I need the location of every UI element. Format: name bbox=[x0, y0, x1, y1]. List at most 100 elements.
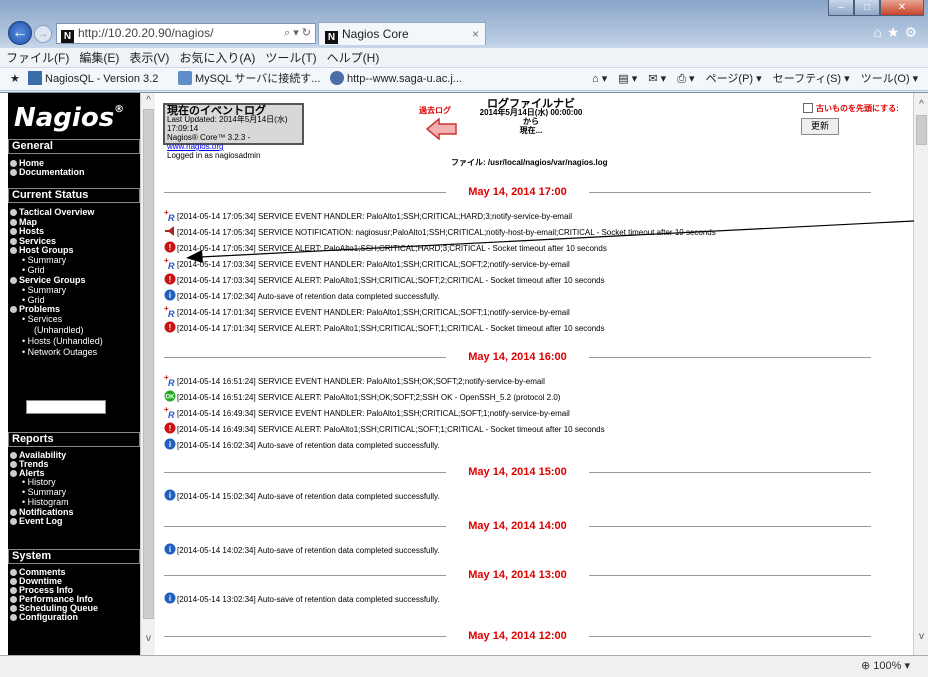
sidebar-sub-unhandled[interactable]: (Unhandled) bbox=[34, 325, 84, 335]
bullet-icon bbox=[10, 218, 17, 226]
address-row: ← → Nhttp://10.20.20.90/nagios/ ⌕ ▾ ↻ N Na… bbox=[0, 18, 928, 48]
page-menu[interactable]: ページ(P) ▾ bbox=[706, 73, 762, 85]
sidebar-sub-summary[interactable]: • Summary bbox=[22, 255, 66, 265]
sidebar-item-host-groups[interactable]: Host Groups bbox=[10, 245, 74, 255]
log-entry: i [2014-05-14 16:02:34] Auto-save of rete… bbox=[164, 438, 440, 452]
page-scrollbar[interactable]: ^ v bbox=[913, 93, 928, 656]
sidebar-sub-summary[interactable]: • Summary bbox=[22, 285, 66, 295]
sidebar-item-documentation[interactable]: Documentation bbox=[10, 167, 85, 177]
address-bar[interactable]: Nhttp://10.20.20.90/nagios/ ⌕ ▾ ↻ bbox=[56, 23, 316, 44]
back-icon[interactable]: ← bbox=[8, 21, 32, 45]
svg-text:R: R bbox=[168, 410, 175, 418]
nagios-link[interactable]: www.nagios.org bbox=[167, 142, 223, 151]
sidebar-sub-summary[interactable]: • Summary bbox=[22, 487, 66, 497]
checkbox-icon[interactable] bbox=[803, 103, 813, 113]
safety-menu[interactable]: セーフティ(S) ▾ bbox=[773, 73, 850, 85]
nagios-logo: Nagios® bbox=[14, 103, 125, 133]
sidebar-item-configuration[interactable]: Configuration bbox=[10, 612, 78, 622]
log-entry: + R [2014-05-14 16:49:34] SERVICE EVENT HA… bbox=[164, 405, 570, 420]
menu-bar: ファイル(F) 編集(E) 表示(V) お気に入り(A) ツール(T) ヘルプ(H) bbox=[0, 48, 928, 68]
menu-item[interactable]: 表示(V) bbox=[129, 51, 169, 65]
log-entry-text: [2014-05-14 17:02:34] Auto-save of reten… bbox=[177, 292, 440, 301]
nagios-favicon-icon: N bbox=[61, 30, 74, 43]
close-button[interactable]: ✕ bbox=[880, 0, 924, 16]
feeds-icon[interactable]: ▤ ▾ bbox=[618, 73, 637, 85]
info-icon: i bbox=[164, 543, 176, 555]
maximize-button[interactable]: □ bbox=[854, 0, 880, 16]
favorite-saga[interactable]: http--www.saga-u.ac.j... bbox=[330, 68, 462, 91]
event-handler-icon: + R bbox=[164, 208, 176, 223]
favorite-nagiosql[interactable]: NagiosQL - Version 3.2 bbox=[28, 68, 158, 91]
svg-text:R: R bbox=[168, 378, 175, 386]
hour-header: May 14, 2014 15:00 bbox=[164, 466, 871, 478]
nagios-favicon-icon: N bbox=[325, 31, 338, 44]
menu-item[interactable]: ツール(T) bbox=[265, 51, 316, 65]
zoom-control[interactable]: ⊕ 100% ▾ bbox=[861, 656, 910, 677]
page-icon bbox=[178, 71, 192, 85]
hour-header-text: May 14, 2014 15:00 bbox=[468, 466, 567, 478]
svg-text:R: R bbox=[168, 213, 175, 221]
log-entry-text: [2014-05-14 16:49:34] SERVICE EVENT HAND… bbox=[177, 409, 570, 418]
hour-header-text: May 14, 2014 16:00 bbox=[468, 351, 567, 363]
menu-item[interactable]: 編集(E) bbox=[79, 51, 119, 65]
log-entry: [2014-05-14 17:05:34] SERVICE NOTIFICATI… bbox=[164, 225, 716, 239]
search-refresh-icon[interactable]: ⌕ ▾ ↻ bbox=[284, 24, 311, 43]
log-entry-text: [2014-05-14 15:02:34] Auto-save of reten… bbox=[177, 492, 440, 501]
sidebar-sub-history[interactable]: • History bbox=[22, 477, 56, 487]
log-entry-text: [2014-05-14 17:01:34] SERVICE ALERT: Pal… bbox=[177, 324, 605, 333]
log-entry-text: [2014-05-14 17:03:34] SERVICE EVENT HAND… bbox=[177, 260, 570, 269]
past-log-arrow-icon[interactable] bbox=[426, 118, 458, 140]
globe-icon bbox=[330, 71, 344, 85]
browser-window: – □ ✕ ← → Nhttp://10.20.20.90/nagios/ ⌕ ▾… bbox=[0, 0, 928, 677]
sidebar-sub-services[interactable]: • Services bbox=[22, 314, 62, 324]
sidebar-item-tactical-overview[interactable]: Tactical Overview bbox=[10, 207, 94, 217]
menu-item[interactable]: ヘルプ(H) bbox=[327, 51, 380, 65]
tab-nagios[interactable]: N Nagios Core × bbox=[318, 22, 486, 45]
log-entry-text: [2014-05-14 17:05:34] SERVICE ALERT: Pal… bbox=[177, 244, 607, 253]
bullet-icon bbox=[10, 276, 17, 284]
sidebar-item-event-log[interactable]: Event Log bbox=[10, 516, 63, 526]
section-reports: Reports bbox=[8, 432, 140, 447]
critical-icon: ! bbox=[164, 273, 176, 285]
sidebar-item-map[interactable]: Map bbox=[10, 217, 37, 227]
favorite-mysql[interactable]: MySQL サーバに接続す... bbox=[178, 68, 320, 91]
sidebar-item-problems[interactable]: Problems bbox=[10, 304, 60, 314]
hour-header: May 14, 2014 17:00 bbox=[164, 186, 871, 198]
sidebar-sub-grid[interactable]: • Grid bbox=[22, 265, 45, 275]
tab-close-icon[interactable]: × bbox=[472, 23, 479, 45]
sidebar-sub-histogram[interactable]: • Histogram bbox=[22, 497, 69, 507]
sidebar-sub-network-outages[interactable]: • Network Outages bbox=[22, 347, 97, 357]
home-icon[interactable]: ⌂ ▾ bbox=[592, 73, 607, 85]
sidebar-sub-hosts-unhandled[interactable]: • Hosts (Unhandled) bbox=[22, 336, 103, 346]
event-handler-icon: + R bbox=[164, 304, 176, 319]
sidebar-item-service-groups[interactable]: Service Groups bbox=[10, 275, 86, 285]
mail-icon[interactable]: ✉ ▾ bbox=[648, 73, 666, 85]
tools-menu[interactable]: ツール(O) ▾ bbox=[861, 73, 918, 85]
favorites-star-icon[interactable]: ★ bbox=[10, 68, 20, 91]
print-icon[interactable]: ⎙ ▾ bbox=[677, 73, 694, 85]
svg-text:OK: OK bbox=[166, 395, 176, 401]
svg-text:!: ! bbox=[169, 275, 172, 284]
bullet-icon bbox=[10, 452, 17, 459]
site-icon bbox=[28, 71, 42, 85]
menu-item[interactable]: ファイル(F) bbox=[6, 51, 69, 65]
log-entry-text: [2014-05-14 14:02:34] Auto-save of reten… bbox=[177, 546, 440, 555]
forward-icon[interactable]: → bbox=[34, 25, 52, 43]
sidebar-item-services[interactable]: Services bbox=[10, 236, 56, 246]
hour-header-text: May 14, 2014 14:00 bbox=[468, 520, 567, 532]
sidebar-search-input[interactable] bbox=[26, 400, 106, 414]
update-button[interactable]: 更新 bbox=[801, 118, 839, 135]
svg-text:!: ! bbox=[169, 424, 172, 433]
info-icon: i bbox=[164, 438, 176, 450]
home-star-gear-icons[interactable]: ⌂★⚙ bbox=[873, 24, 922, 41]
menu-item[interactable]: お気に入り(A) bbox=[179, 51, 255, 65]
log-entry: i [2014-05-14 13:02:34] Auto-save of rete… bbox=[164, 592, 440, 606]
older-first-checkbox[interactable]: 古いものを先頭にする: bbox=[803, 103, 899, 114]
log-entry: + R [2014-05-14 17:05:34] SERVICE EVENT HA… bbox=[164, 208, 572, 223]
minimize-button[interactable]: – bbox=[828, 0, 854, 16]
svg-text:!: ! bbox=[169, 243, 172, 252]
sidebar-scrollbar[interactable]: ^ v bbox=[140, 93, 155, 656]
bullet-icon bbox=[10, 587, 17, 594]
ok-icon: OK bbox=[164, 390, 176, 402]
sidebar-item-hosts[interactable]: Hosts bbox=[10, 226, 44, 236]
